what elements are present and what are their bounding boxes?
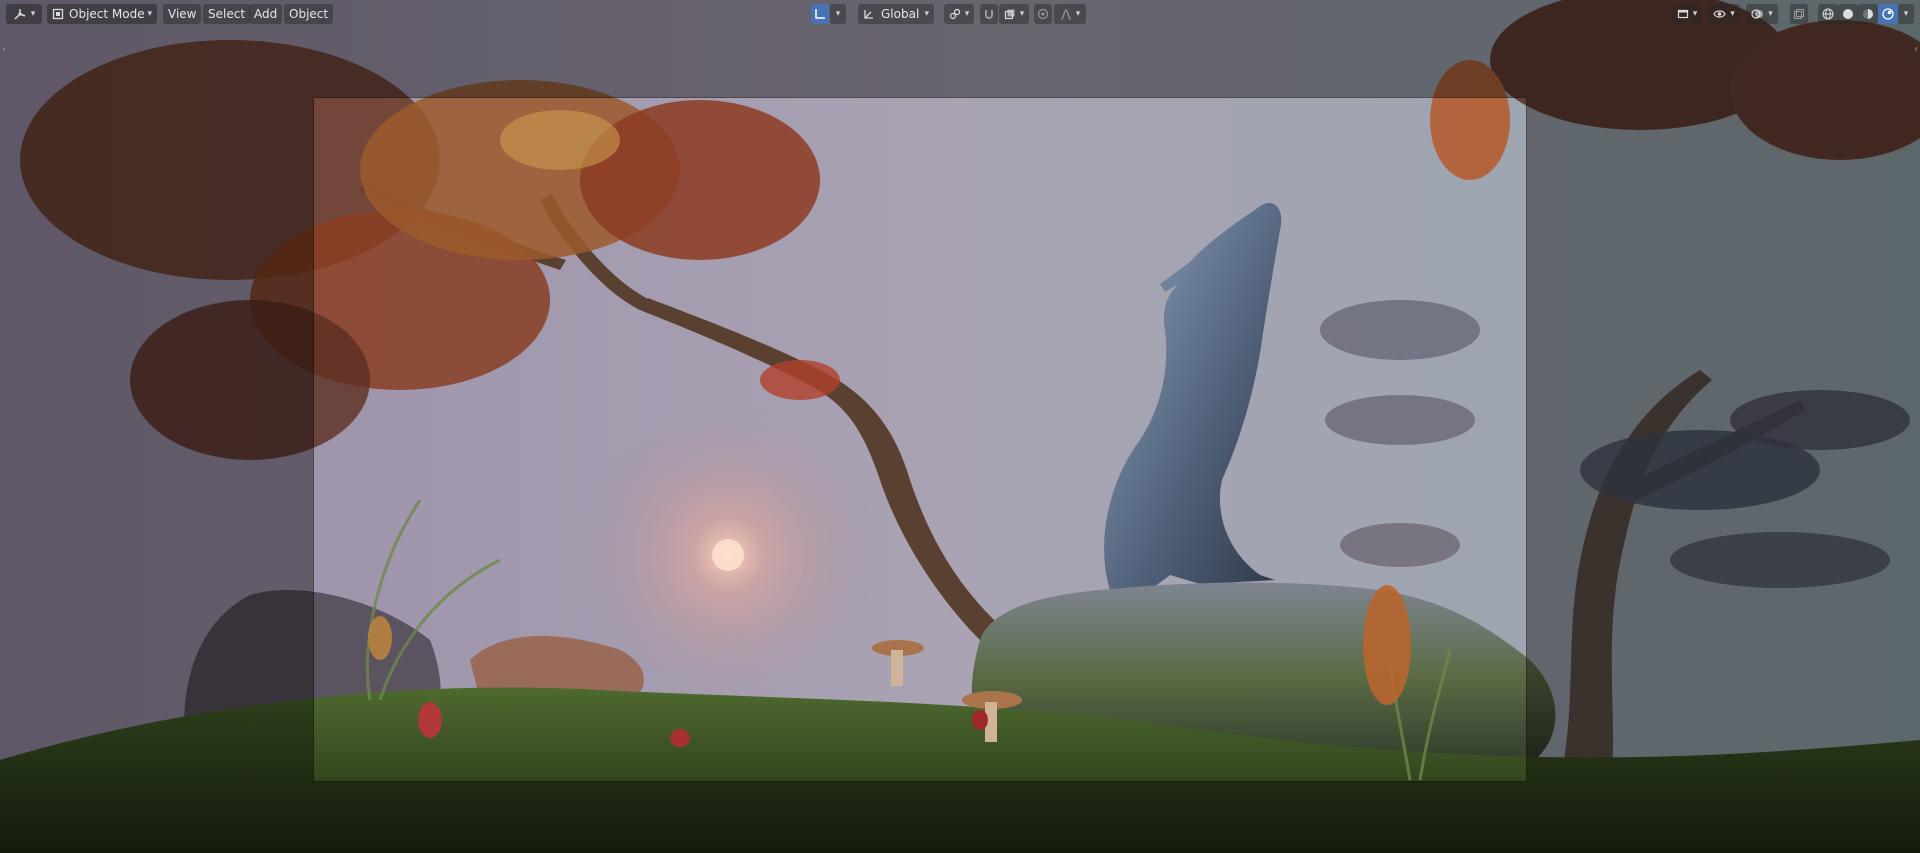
snap-magnet-icon	[983, 8, 995, 20]
camera-passepartout-bottom	[0, 782, 1920, 853]
view-object-types-icon	[1677, 8, 1689, 20]
proportional-edit-toggle[interactable]	[1034, 4, 1052, 24]
pivot-point-dropdown[interactable]: ▾	[944, 4, 974, 24]
menu-object[interactable]: Object	[284, 4, 334, 24]
chevron-down-icon: ▾	[924, 9, 929, 19]
3d-viewport[interactable]: ‹ ‹	[0, 0, 1920, 853]
camera-passepartout-right	[1527, 97, 1920, 782]
xray-toggle[interactable]	[1790, 4, 1808, 24]
chevron-down-icon[interactable]: ▾	[830, 4, 846, 24]
object-mode-icon	[52, 8, 64, 20]
shading-rendered-button[interactable]	[1878, 4, 1898, 24]
camera-frame	[313, 97, 1527, 782]
snap-target-icon	[1004, 8, 1016, 20]
material-preview-icon	[1862, 8, 1874, 20]
transform-orientation-icon	[863, 8, 875, 20]
chevron-down-icon: ▾	[1903, 9, 1909, 19]
overlay-toggle[interactable]: ▾	[1746, 4, 1778, 24]
chevron-down-icon: ▾	[147, 9, 152, 19]
toolbar-expand-icon[interactable]: ‹	[2, 44, 6, 55]
gizmo-visibility-toggle[interactable]: ▾	[1708, 4, 1740, 24]
shading-wireframe-button[interactable]	[1818, 4, 1838, 24]
menu-select[interactable]: Select	[203, 4, 251, 24]
sidebar-expand-icon[interactable]: ‹	[1914, 44, 1918, 55]
shading-options-dropdown[interactable]: ▾	[1898, 4, 1914, 24]
camera-passepartout-left	[0, 97, 313, 782]
menu-view[interactable]: View	[163, 4, 202, 24]
wireframe-shading-icon	[1822, 8, 1834, 20]
shading-material-preview-button[interactable]	[1858, 4, 1878, 24]
proportional-edit-icon	[1037, 8, 1049, 20]
gizmo-visibility-icon	[1713, 8, 1726, 20]
shading-solid-button[interactable]	[1838, 4, 1858, 24]
editor-type-icon	[13, 7, 27, 21]
falloff-curve-icon	[1060, 8, 1072, 20]
chevron-down-icon: ▾	[1019, 9, 1025, 19]
proportional-falloff-dropdown[interactable]: ▾	[1054, 4, 1086, 24]
transform-orientation-dropdown[interactable]: Global ▾	[858, 4, 934, 24]
solid-shading-icon	[1842, 8, 1854, 20]
transform-gizmo-toggle[interactable]	[811, 4, 829, 24]
overlay-icon	[1751, 8, 1764, 20]
chevron-down-icon: ▾	[30, 9, 36, 19]
chevron-down-icon: ▾	[1730, 9, 1735, 19]
orientation-axes-icon	[814, 8, 826, 20]
menu-add[interactable]: Add	[249, 4, 283, 24]
snap-target-dropdown[interactable]: ▾	[999, 4, 1029, 24]
pivot-point-icon	[949, 8, 961, 20]
chevron-down-icon: ▾	[1768, 9, 1773, 19]
snap-toggle[interactable]	[980, 4, 998, 24]
xray-toggle-icon	[1793, 8, 1805, 20]
viewport-header: ▾ Object Mode ▾ View Select Add Object ▾…	[0, 0, 1920, 28]
chevron-down-icon: ▾	[964, 9, 970, 19]
editor-type-button[interactable]: ▾	[6, 4, 42, 24]
chevron-down-icon: ▾	[1692, 9, 1698, 19]
rendered-shading-icon	[1882, 8, 1894, 20]
view-object-types-dropdown[interactable]: ▾	[1672, 4, 1702, 24]
mode-label: Object Mode	[69, 7, 145, 21]
transform-orientation-label: Global	[881, 7, 920, 21]
chevron-down-icon: ▾	[1075, 9, 1081, 19]
mode-dropdown[interactable]: Object Mode ▾	[47, 4, 157, 24]
